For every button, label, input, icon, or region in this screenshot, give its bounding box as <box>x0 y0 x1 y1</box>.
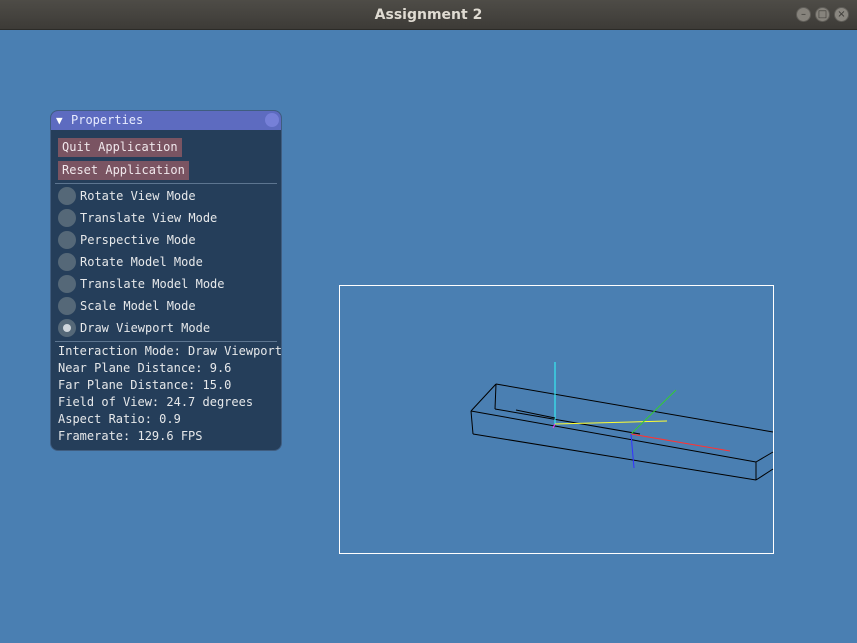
model-axis-z <box>630 433 635 469</box>
scene-render <box>470 362 774 481</box>
app-canvas[interactable]: ▼ Properties Quit Application Reset Appl… <box>0 30 857 643</box>
close-button[interactable]: × <box>834 7 849 22</box>
radio-translate-model[interactable]: Translate Model Mode <box>58 274 278 294</box>
radio-label: Translate Model Mode <box>80 277 225 291</box>
radio-label: Rotate View Mode <box>80 189 196 203</box>
radio-draw-viewport[interactable]: Draw Viewport Mode <box>58 318 278 338</box>
collapse-arrow-icon[interactable]: ▼ <box>56 112 63 129</box>
properties-panel[interactable]: ▼ Properties Quit Application Reset Appl… <box>50 110 282 451</box>
radio-label: Draw Viewport Mode <box>80 321 211 335</box>
panel-header[interactable]: ▼ Properties <box>51 111 281 130</box>
radio-circle-icon[interactable] <box>58 231 76 249</box>
quit-button[interactable]: Quit Application <box>58 138 182 157</box>
radio-scale-model[interactable]: Scale Model Mode <box>58 296 278 316</box>
radio-circle-icon[interactable] <box>58 253 76 271</box>
divider <box>55 341 277 342</box>
panel-close-icon[interactable] <box>265 113 279 127</box>
window-title: Assignment 2 <box>374 7 483 23</box>
viewport[interactable] <box>339 285 774 554</box>
info-framerate: Framerate: 129.6 FPS <box>58 429 203 443</box>
info-interaction-mode: Interaction Mode: Draw Viewport <box>58 344 282 358</box>
radio-circle-icon[interactable] <box>58 297 76 315</box>
maximize-button[interactable]: □ <box>815 7 830 22</box>
radio-label: Rotate Model Mode <box>80 255 203 269</box>
info-far-plane: Far Plane Distance: 15.0 <box>58 378 232 392</box>
radio-rotate-view[interactable]: Rotate View Mode <box>58 186 278 206</box>
minimize-button[interactable]: – <box>796 7 811 22</box>
radio-circle-icon[interactable] <box>58 187 76 205</box>
model-wireframe <box>470 383 774 481</box>
radio-circle-icon[interactable] <box>58 209 76 227</box>
panel-title: Properties <box>71 113 144 127</box>
radio-rotate-model[interactable]: Rotate Model Mode <box>58 252 278 272</box>
divider <box>55 183 277 184</box>
model-axis-y <box>630 389 677 435</box>
radio-label: Scale Model Mode <box>80 299 196 313</box>
radio-perspective[interactable]: Perspective Mode <box>58 230 278 250</box>
reset-button[interactable]: Reset Application <box>58 161 189 180</box>
info-aspect: Aspect Ratio: 0.9 <box>58 412 181 426</box>
info-near-plane: Near Plane Distance: 9.6 <box>58 361 232 375</box>
radio-label: Perspective Mode <box>80 233 196 247</box>
radio-circle-icon[interactable] <box>58 275 76 293</box>
radio-translate-view[interactable]: Translate View Mode <box>58 208 278 228</box>
radio-selected-icon[interactable] <box>58 319 76 337</box>
radio-label: Translate View Mode <box>80 211 218 225</box>
info-fov: Field of View: 24.7 degrees <box>58 395 254 409</box>
title-bar[interactable]: Assignment 2 – □ × <box>0 0 857 30</box>
